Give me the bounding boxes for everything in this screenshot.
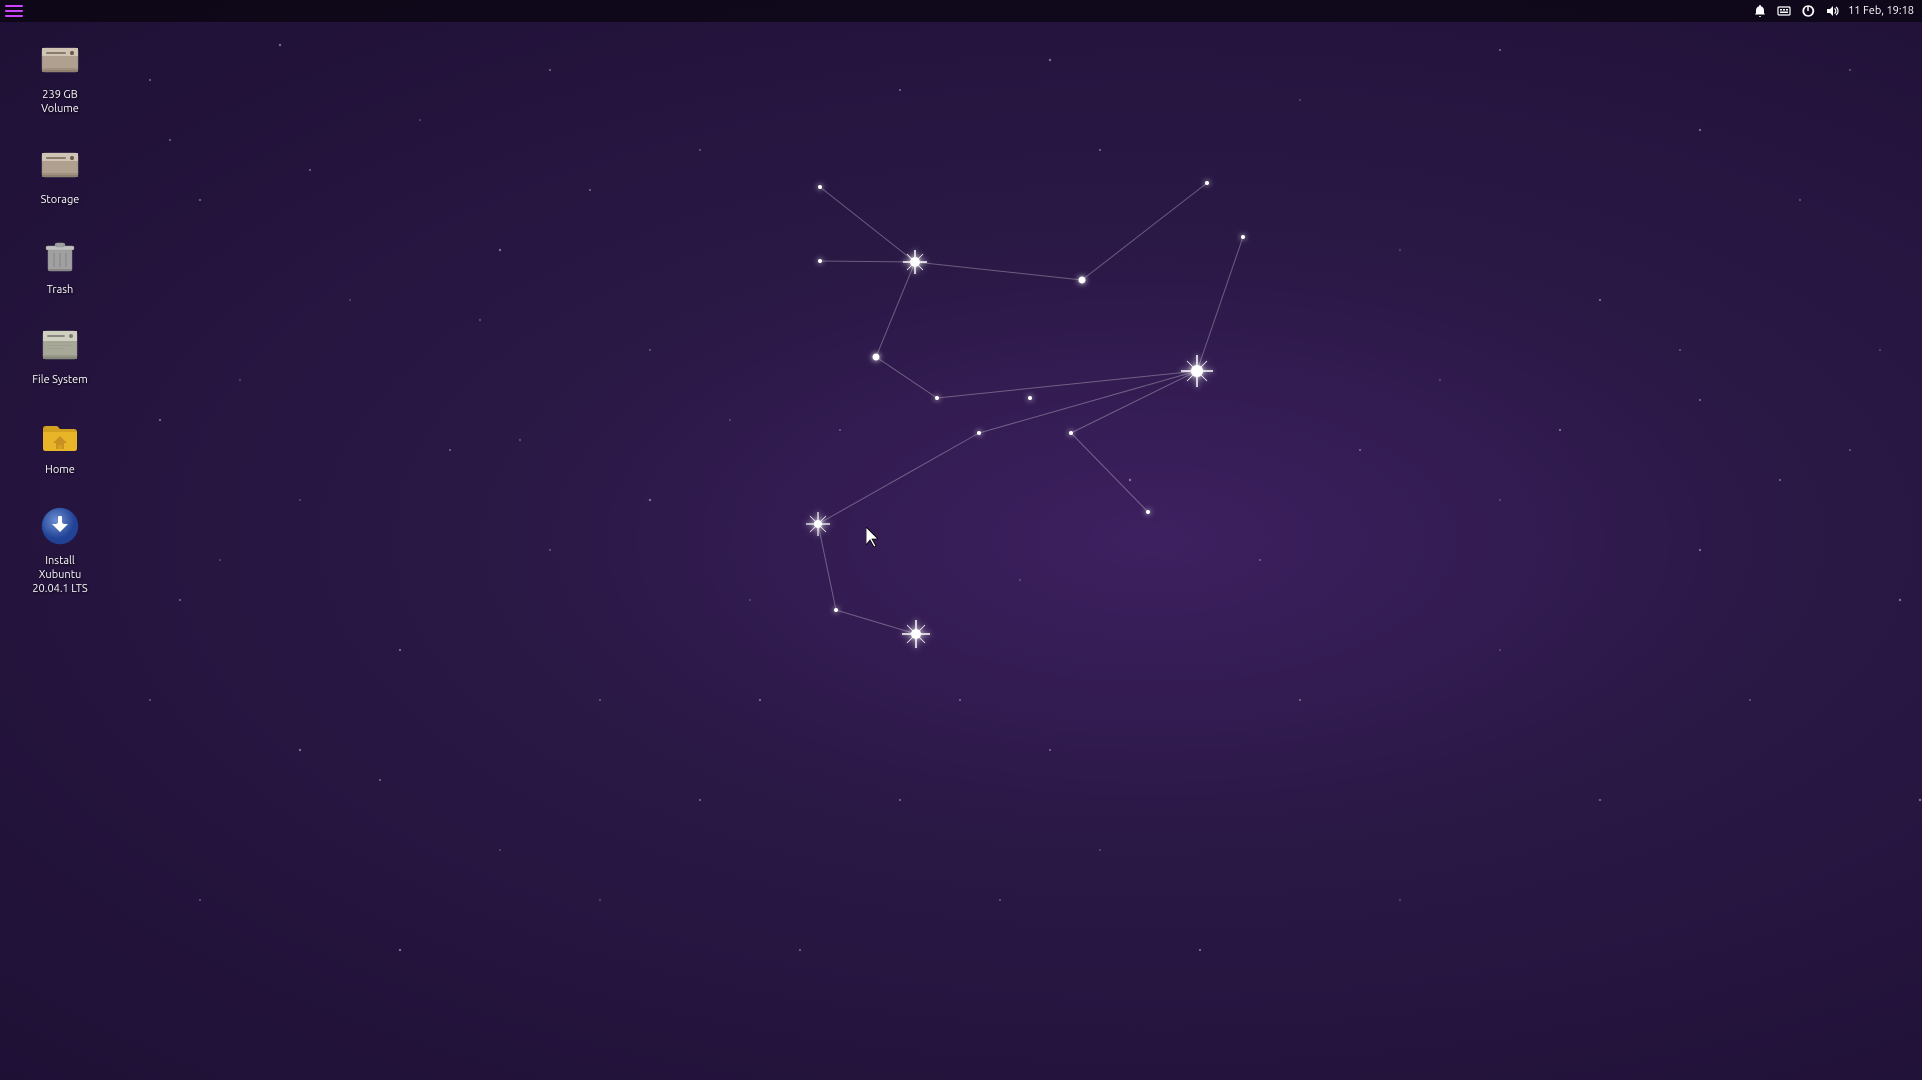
icon-filesystem[interactable]: File System [20,317,100,391]
storage-icon-image [36,141,84,189]
icon-239gb-volume[interactable]: 239 GB Volume [20,32,100,121]
top-panel: 11 Feb, 19:18 [0,0,1922,22]
app-menu-button[interactable] [4,4,24,18]
volume-icon[interactable] [1824,3,1840,19]
notification-icon[interactable] [1752,3,1768,19]
icon-storage[interactable]: Storage [20,137,100,211]
install-xubuntu-label: Install Xubuntu 20.04.1 LTS [24,554,96,597]
keyboard-layout-icon[interactable] [1776,3,1792,19]
filesystem-label: File System [32,373,88,387]
volume-icon-image [36,36,84,84]
icon-install-xubuntu[interactable]: Install Xubuntu 20.04.1 LTS [20,498,100,601]
volume-239-label: 239 GB Volume [24,88,96,117]
trash-icon-image [36,231,84,279]
install-icon-image [36,502,84,550]
trash-label: Trash [47,283,74,297]
icon-home[interactable]: Home [20,407,100,481]
panel-left [4,4,24,18]
icon-trash[interactable]: Trash [20,227,100,301]
desktop-icons: 239 GB Volume Storage [20,32,100,601]
panel-time: 11 Feb, 19:18 [1848,5,1914,17]
home-label: Home [45,463,75,477]
storage-label: Storage [41,193,80,207]
filesystem-icon-image [36,321,84,369]
power-manager-icon[interactable] [1800,3,1816,19]
panel-right: 11 Feb, 19:18 [1752,3,1914,19]
desktop [0,0,1922,1080]
home-icon-image [36,411,84,459]
